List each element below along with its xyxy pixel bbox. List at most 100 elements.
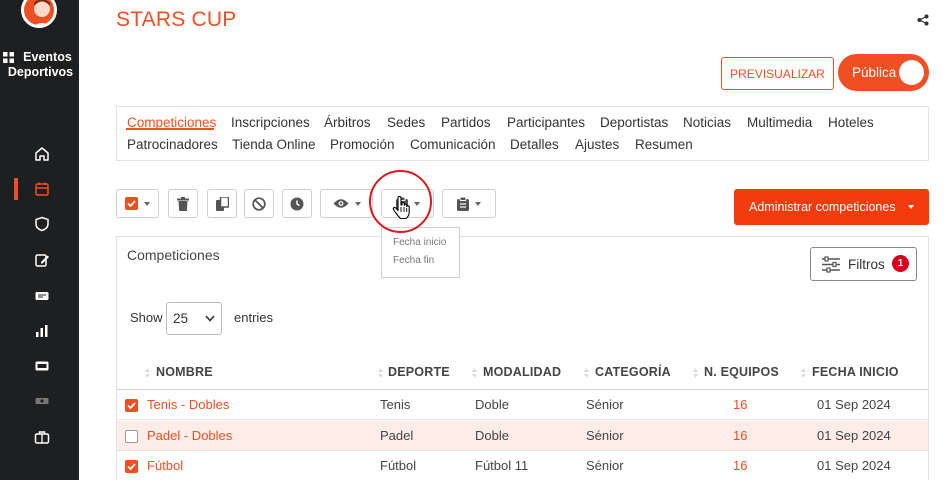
column-header-deporte[interactable]: DEPORTE xyxy=(388,365,450,379)
bar-chart-icon[interactable] xyxy=(34,323,50,339)
tab-promocion[interactable]: Promoción xyxy=(330,137,395,152)
home-icon[interactable] xyxy=(34,146,50,162)
ban-icon xyxy=(252,196,266,211)
select-all-dropdown[interactable] xyxy=(116,189,159,218)
ticket-icon[interactable] xyxy=(34,288,50,304)
tab-patrocinadores[interactable]: Patrocinadores xyxy=(127,137,218,152)
caret-down-icon xyxy=(144,201,150,206)
visibility-dropdown[interactable] xyxy=(320,189,373,218)
row-equipos[interactable]: 16 xyxy=(733,397,747,412)
tab-detalles[interactable]: Detalles xyxy=(510,137,559,152)
row-deporte: Fútbol xyxy=(380,458,417,473)
tab-multimedia[interactable]: Multimedia xyxy=(747,115,812,130)
check-icon xyxy=(127,463,136,471)
disable-button[interactable] xyxy=(244,189,274,218)
entries-select[interactable]: 25 xyxy=(166,302,222,335)
column-header-modalidad[interactable]: MODALIDAD xyxy=(483,365,561,379)
tab-partidos[interactable]: Partidos xyxy=(441,115,491,130)
tab-arbitros[interactable]: Árbitros xyxy=(324,115,371,130)
clipboard-list-icon xyxy=(457,196,469,211)
caret-down-icon xyxy=(908,205,914,209)
column-header-fecha-inicio[interactable]: FECHA INICIO xyxy=(812,365,899,379)
preview-button[interactable]: PREVISUALIZAR xyxy=(721,57,834,90)
public-toggle[interactable]: Pública xyxy=(838,54,929,91)
caret-down-icon xyxy=(475,201,481,206)
share-icon[interactable] xyxy=(917,14,929,26)
row-checkbox[interactable] xyxy=(125,399,138,412)
edit-icon[interactable] xyxy=(34,252,50,268)
tab-inscripciones[interactable]: Inscripciones xyxy=(231,115,310,130)
brand-line2: Deportivos xyxy=(7,65,74,79)
calendar-icon[interactable] xyxy=(34,181,50,197)
filters-label: Filtros xyxy=(848,256,885,272)
sort-icon[interactable] xyxy=(693,368,698,378)
nav-active-indicator xyxy=(14,178,18,200)
row-equipos[interactable]: 16 xyxy=(733,428,747,443)
row-nombre-link[interactable]: Fútbol xyxy=(147,458,183,473)
sort-icon[interactable] xyxy=(801,368,806,378)
dates-dropdown-menu: Fecha inicio Fecha fin xyxy=(381,227,460,278)
column-header-nombre[interactable]: NOMBRE xyxy=(156,365,213,379)
panel-title: Competiciones xyxy=(127,247,220,263)
briefcase-icon[interactable] xyxy=(34,429,50,445)
shield-icon[interactable] xyxy=(34,216,50,232)
delete-button[interactable] xyxy=(168,189,198,218)
row-modalidad: Doble xyxy=(475,397,509,412)
duplicate-button[interactable] xyxy=(207,189,237,218)
row-nombre-link[interactable]: Tenis - Dobles xyxy=(147,397,229,412)
tab-hoteles[interactable]: Hoteles xyxy=(828,115,874,130)
tab-ajustes[interactable]: Ajustes xyxy=(575,137,619,152)
eye-icon xyxy=(333,199,348,208)
app-root: Eventos Deportivos STARS CUP PREVISUALIZ… xyxy=(0,0,950,480)
tab-sedes[interactable]: Sedes xyxy=(387,115,425,130)
show-label: Show xyxy=(130,310,163,325)
row-categoria: Sénior xyxy=(586,428,624,443)
sort-icon[interactable] xyxy=(584,368,589,378)
entries-select-value: 25 xyxy=(173,311,189,326)
tab-deportistas[interactable]: Deportistas xyxy=(600,115,668,130)
manage-competitions-button[interactable]: Administrar competiciones xyxy=(734,189,929,225)
row-checkbox[interactable] xyxy=(125,460,138,473)
column-header-categoria[interactable]: CATEGORÍA xyxy=(595,365,671,379)
sliders-icon xyxy=(822,256,840,273)
tab-participantes[interactable]: Participantes xyxy=(507,115,585,130)
dropdown-item-fecha-inicio[interactable]: Fecha inicio xyxy=(393,237,446,248)
caret-down-icon xyxy=(354,201,361,206)
table-row[interactable]: Fútbol Fútbol Fútbol 11 Sénior 16 01 Sep… xyxy=(117,451,928,480)
tab-resumen[interactable]: Resumen xyxy=(635,137,693,152)
chevron-down-icon xyxy=(205,315,215,322)
dropdown-item-fecha-fin[interactable]: Fecha fin xyxy=(393,255,434,266)
page-title: STARS CUP xyxy=(116,8,237,31)
filters-count-badge: 1 xyxy=(892,255,909,272)
history-button[interactable] xyxy=(282,189,312,218)
table-row[interactable]: Padel - Dobles Padel Doble Sénior 16 01 … xyxy=(117,421,928,451)
sort-icon[interactable] xyxy=(472,368,477,378)
sort-icon[interactable] xyxy=(378,368,383,378)
check-icon xyxy=(127,402,136,410)
money-icon[interactable] xyxy=(34,393,50,409)
entries-label: entries xyxy=(234,310,274,325)
tab-noticias[interactable]: Noticias xyxy=(683,115,731,130)
clock-icon xyxy=(290,197,304,210)
sort-icon[interactable] xyxy=(145,368,150,378)
clipboard-dropdown[interactable] xyxy=(442,189,496,218)
toggle-knob xyxy=(899,60,924,85)
avatar[interactable] xyxy=(21,0,57,28)
public-toggle-label: Pública xyxy=(852,65,897,80)
card-icon[interactable] xyxy=(34,358,50,374)
row-deporte: Padel xyxy=(380,428,414,443)
copy-icon xyxy=(215,196,229,211)
row-equipos[interactable]: 16 xyxy=(733,458,747,473)
manage-competitions-label: Administrar competiciones xyxy=(749,200,896,214)
tab-comunicacion[interactable]: Comunicación xyxy=(410,137,496,152)
column-header-n-equipos[interactable]: N. EQUIPOS xyxy=(704,365,779,379)
row-deporte: Tenis xyxy=(380,397,411,412)
row-modalidad: Fútbol 11 xyxy=(475,458,529,473)
row-nombre-link[interactable]: Padel - Dobles xyxy=(147,428,232,443)
active-tab-underline xyxy=(126,128,214,130)
row-fecha: 01 Sep 2024 xyxy=(817,458,891,473)
row-checkbox[interactable] xyxy=(125,430,138,443)
brand[interactable]: Eventos Deportivos xyxy=(2,50,79,80)
table-row[interactable]: Tenis - Dobles Tenis Doble Sénior 16 01 … xyxy=(117,390,928,420)
tab-tienda-online[interactable]: Tienda Online xyxy=(232,137,316,152)
